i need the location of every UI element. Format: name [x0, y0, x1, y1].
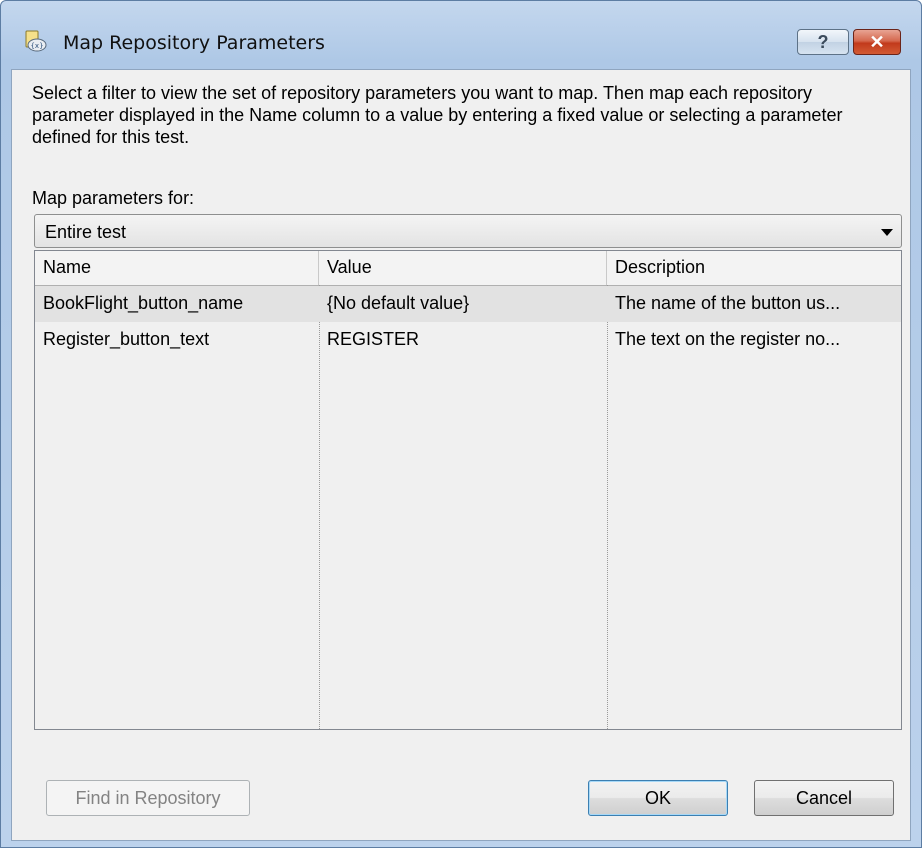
cell-description: The name of the button us... — [615, 293, 841, 313]
instructions-text: Select a filter to view the set of repos… — [32, 83, 843, 147]
close-icon: ✕ — [869, 31, 885, 52]
close-button[interactable]: ✕ — [853, 29, 901, 55]
title-bar[interactable]: {x} Map Repository Parameters ? ✕ — [1, 1, 921, 55]
filter-dropdown[interactable]: Entire test — [34, 214, 902, 248]
column-header-value[interactable]: Value — [319, 251, 607, 285]
cell-value[interactable]: REGISTER — [319, 322, 607, 358]
table-row[interactable]: Register_button_text REGISTER The text o… — [35, 322, 901, 358]
chevron-down-icon[interactable] — [881, 229, 893, 236]
help-button[interactable]: ? — [797, 29, 849, 55]
column-header-name[interactable]: Name — [35, 251, 319, 285]
parameters-table[interactable]: Name Value Description BookFlight_button… — [34, 250, 902, 730]
cancel-button[interactable]: Cancel — [754, 780, 894, 816]
cell-name: Register_button_text — [43, 329, 210, 349]
cell-description: The text on the register no... — [615, 329, 841, 349]
map-parameters-label: Map parameters for: — [32, 188, 195, 208]
cell-value[interactable]: {No default value} — [319, 286, 607, 322]
cell-name: BookFlight_button_name — [43, 293, 244, 313]
column-header-description[interactable]: Description — [607, 251, 901, 285]
find-in-repository-button[interactable]: Find in Repository — [46, 780, 250, 816]
help-icon: ? — [817, 31, 829, 52]
dialog-window: {x} Map Repository Parameters ? ✕ Select… — [0, 0, 922, 848]
table-header: Name Value Description — [35, 251, 901, 286]
dialog-body: Select a filter to view the set of repos… — [11, 69, 911, 841]
svg-text:{x}: {x} — [30, 42, 43, 50]
table-row[interactable]: BookFlight_button_name {No default value… — [35, 286, 901, 322]
window-title: Map Repository Parameters — [63, 32, 325, 54]
ok-button[interactable]: OK — [588, 780, 728, 816]
filter-selected-value: Entire test — [45, 222, 127, 242]
repository-parameters-icon: {x} — [23, 29, 49, 55]
